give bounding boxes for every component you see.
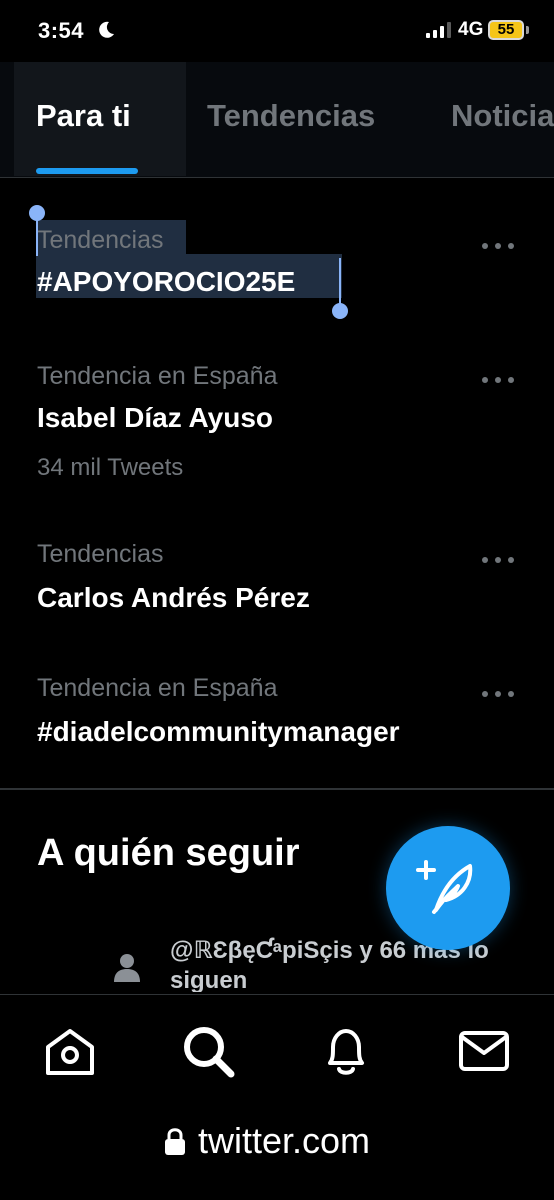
trend-name: #diadelcommunitymanager <box>37 716 400 747</box>
screen: 3:54 4G 55 Para ti Tendencias Noticia Te… <box>0 0 554 1200</box>
trend-context: Tendencia en España <box>37 674 278 702</box>
more-options-icon[interactable] <box>482 689 514 699</box>
moon-icon <box>99 21 114 38</box>
trend-item[interactable]: Tendencia en España Isabel Díaz Ayuso 34… <box>0 346 554 496</box>
battery-icon: 55 <box>488 20 524 40</box>
compose-tweet-button[interactable] <box>386 826 510 950</box>
tab-para-ti[interactable]: Para ti <box>36 98 131 134</box>
more-options-icon[interactable] <box>482 375 514 385</box>
messages-envelope-icon <box>459 1031 509 1071</box>
signal-icon <box>426 22 451 38</box>
browser-url-bar[interactable]: twitter.com <box>0 1106 554 1200</box>
nav-search-button[interactable] <box>180 1023 236 1079</box>
home-icon <box>46 1029 94 1075</box>
url-text: twitter.com <box>198 1120 371 1161</box>
selection-end-line <box>339 258 341 308</box>
more-options-icon[interactable] <box>482 555 514 565</box>
trend-item[interactable]: Tendencia en España #diadelcommunitymana… <box>0 660 554 760</box>
trend-item[interactable]: Tendencias #APOYOROCIO25E <box>0 200 554 320</box>
trend-item[interactable]: Tendencias Carlos Andrés Pérez <box>0 524 554 624</box>
selection-start-line <box>36 216 38 256</box>
network-type: 4G <box>458 19 484 40</box>
tab-noticias[interactable]: Noticia <box>451 98 554 134</box>
more-options-icon[interactable] <box>482 241 514 251</box>
trend-tweet-count: 34 mil Tweets <box>37 454 184 481</box>
person-icon <box>114 954 140 982</box>
nav-home-button[interactable] <box>42 1023 98 1079</box>
bottom-navigation <box>0 994 554 1106</box>
trend-name: #APOYOROCIO25E <box>37 266 296 297</box>
selection-end-handle[interactable] <box>332 303 348 319</box>
status-bar: 3:54 4G 55 <box>0 0 554 62</box>
search-icon <box>184 1027 235 1078</box>
section-divider <box>0 788 554 790</box>
trend-name: Isabel Díaz Ayuso <box>37 402 274 433</box>
nav-notifications-button[interactable] <box>318 1023 374 1079</box>
nav-messages-button[interactable] <box>456 1023 512 1079</box>
explore-tabs: Para ti Tendencias Noticia <box>0 62 554 178</box>
who-to-follow-title: A quién seguir <box>37 832 300 874</box>
trend-context: Tendencia en España <box>37 362 278 390</box>
status-time: 3:54 <box>38 18 85 43</box>
battery-level: 55 <box>497 21 515 38</box>
tab-tendencias[interactable]: Tendencias <box>207 98 375 134</box>
trend-context: Tendencias <box>37 226 164 254</box>
active-tab-indicator <box>36 168 138 174</box>
battery-tip <box>526 26 529 34</box>
lock-icon <box>165 1128 185 1155</box>
notifications-bell-icon <box>328 1029 364 1075</box>
trend-context: Tendencias <box>37 540 164 568</box>
compose-tweet-icon <box>416 860 473 914</box>
trend-name: Carlos Andrés Pérez <box>37 582 310 613</box>
